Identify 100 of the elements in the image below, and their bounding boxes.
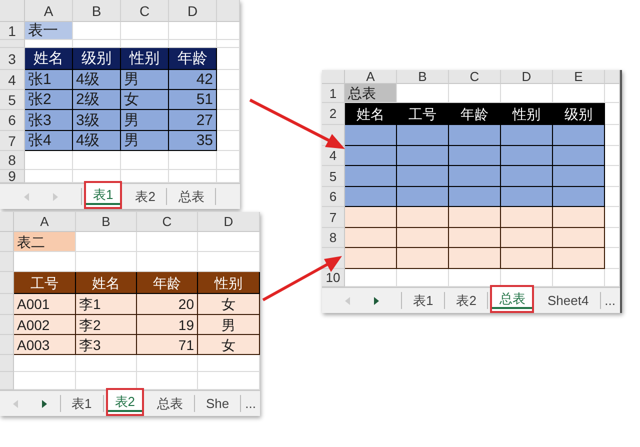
header-cell: 级别 [553,103,605,125]
sheet-tab[interactable]: She [195,395,242,412]
select-all-corner[interactable] [322,70,345,84]
table-cell: 女 [198,294,260,315]
table-cell: 李3 [76,335,137,355]
table-cell [397,84,449,103]
sheet-tab[interactable]: 总表 [146,395,196,412]
column-header[interactable]: E [553,70,605,84]
row-header[interactable]: 8 [322,228,345,248]
sheet-tab[interactable]: 表2 [106,388,144,416]
table-cell [121,151,169,170]
sheet-tab[interactable]: Sheet4 [536,292,601,309]
table-cell: 张2 [25,90,73,110]
table-cell [25,170,73,183]
table-cell: 3级 [73,110,121,131]
column-header[interactable]: C [449,70,501,84]
row-header[interactable]: 9 [0,170,25,183]
column-header[interactable]: A [25,0,73,22]
table-cell: 42 [169,70,217,90]
sheet-tab[interactable]: 表1 [402,292,446,309]
row-header[interactable]: 1 [0,22,25,40]
column-header[interactable]: C [121,0,169,22]
table-cell: 张4 [25,131,73,151]
table-cell: A003 [14,335,76,355]
row-header[interactable]: 1 [322,84,345,103]
table-cell: 4级 [73,70,121,90]
select-all-corner[interactable] [0,0,25,22]
table-cell: 51 [169,90,217,110]
table-cell [76,232,137,252]
scroll-left-icon[interactable] [344,296,350,304]
sheet-tab[interactable]: 表1 [84,181,122,209]
table-cell: 女 [198,335,260,355]
row-header[interactable]: 10 [322,269,345,287]
table-cell [198,252,260,272]
table-cell [198,372,260,390]
row-header[interactable]: 7 [322,207,345,228]
table-cell: 表二 [14,232,76,252]
table-cell [14,372,76,390]
more-tabs[interactable]: ... [241,391,260,416]
column-header[interactable]: B [73,0,121,22]
sheet-tab[interactable]: 表2 [445,292,488,309]
table-cell [217,90,240,110]
row-header[interactable]: 5 [0,90,25,110]
table-cell: 19 [137,315,198,335]
table-cell: 4级 [73,131,121,151]
row-header[interactable]: 3 [0,48,25,70]
column-header[interactable]: A [14,212,76,232]
table-cell [217,70,240,90]
table-cell: 27 [169,110,217,131]
column-header[interactable]: B [76,212,137,232]
table-cell [345,269,397,287]
row-header[interactable]: 2 [322,103,345,125]
table-cell [553,269,605,287]
table-cell: 表一 [25,22,73,40]
row-header[interactable]: 5 [322,166,345,187]
row-header[interactable]: 6 [322,187,345,207]
row-header[interactable]: 4 [322,146,345,166]
table-cell [76,252,137,272]
row-header[interactable]: 6 [0,110,25,131]
scroll-left-icon[interactable] [24,192,30,200]
column-header[interactable]: D [198,212,260,232]
table-cell: A001 [14,294,76,315]
sheet-tab[interactable]: 总表 [167,188,216,205]
column-header[interactable] [605,70,620,84]
table-cell [137,355,198,372]
scroll-left-icon[interactable] [12,400,19,408]
more-tabs[interactable]: ... [600,288,620,313]
row-header[interactable]: 8 [0,151,25,170]
scroll-right-icon[interactable] [40,400,47,408]
table-cell: 男 [198,315,260,335]
table-cell [198,232,260,252]
sheet-tab[interactable]: 表2 [124,188,168,205]
header-cell: 级别 [73,48,121,70]
table-cell: A002 [14,315,76,335]
table-cell [121,170,169,183]
table-cell [25,151,73,170]
column-header[interactable]: A [345,70,397,84]
sheet-tab[interactable]: 表1 [60,395,104,412]
table-cell: 总表 [345,84,397,103]
table-cell [217,48,240,70]
table-cell: 张1 [25,70,73,90]
table-cell [73,22,121,40]
column-header[interactable]: B [397,70,449,84]
column-header[interactable]: D [501,70,553,84]
column-header[interactable]: D [169,0,217,22]
table-cell [76,355,137,372]
column-header[interactable]: C [137,212,198,232]
row-header[interactable]: 4 [0,70,25,90]
column-header[interactable] [217,0,240,22]
row-header[interactable]: 7 [0,131,25,151]
header-cell: 姓名 [345,103,397,125]
scroll-right-icon[interactable] [372,296,378,304]
table-cell [137,232,198,252]
sheet-tab[interactable]: 总表 [490,285,534,313]
header-cell: 年龄 [449,103,501,125]
table-cell [169,22,217,40]
table-cell [14,355,76,372]
table-cell: 张3 [25,110,73,131]
table-cell: 男 [121,131,169,151]
select-all-corner[interactable] [0,212,14,232]
